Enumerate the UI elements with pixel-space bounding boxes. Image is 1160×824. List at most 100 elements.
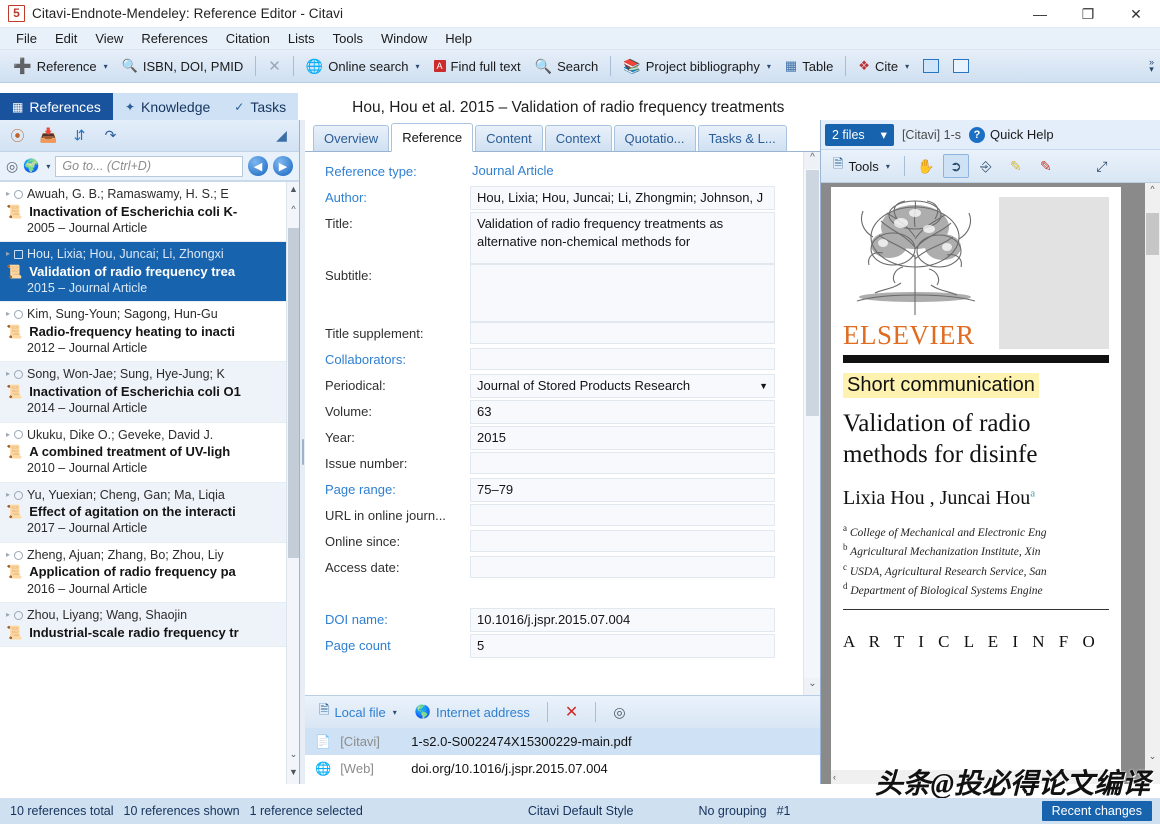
nav-forward-button[interactable]: ▶ xyxy=(273,156,293,176)
list-item[interactable]: ▸Yu, Yuexian; Cheng, Gan; Ma, Liqia📜Effe… xyxy=(0,483,299,543)
menu-citation[interactable]: Citation xyxy=(217,29,279,48)
pdf-viewport[interactable]: ELSEVIER Short communication Validation … xyxy=(821,183,1160,784)
quick-help-button[interactable]: ? Quick Help xyxy=(969,127,1054,143)
hand-icon[interactable]: ✋ xyxy=(913,154,939,178)
chevron-down-icon-field[interactable]: ▼ xyxy=(759,380,768,392)
select-checkbox[interactable] xyxy=(14,190,23,199)
select-checkbox[interactable] xyxy=(14,611,23,620)
internet-address-button[interactable]: 🌎 Internet address xyxy=(409,702,536,722)
highlight-red-icon[interactable]: ✎ xyxy=(1033,154,1059,178)
highlight-yellow-icon[interactable]: ✎ xyxy=(1003,154,1029,178)
field-input[interactable]: 5 xyxy=(470,634,775,658)
menu-help[interactable]: Help xyxy=(436,29,481,48)
scroll-up-arrow-2[interactable]: ^ xyxy=(287,204,299,219)
scroll-down-arrow[interactable]: ⌄ xyxy=(287,749,299,764)
tab-tasks[interactable]: ✓ Tasks xyxy=(222,93,298,120)
cite-button[interactable]: ❖ Cite ▾ xyxy=(851,53,916,80)
filter-icon[interactable]: ◢ xyxy=(272,126,291,145)
field-label[interactable]: Author: xyxy=(305,186,470,205)
minimize-icon[interactable]: — xyxy=(1016,0,1064,28)
tab-reference[interactable]: Reference xyxy=(391,123,473,152)
target-icon[interactable]: ◎ xyxy=(6,158,18,175)
field-label[interactable]: DOI name: xyxy=(305,608,470,627)
field-label[interactable]: Collaborators: xyxy=(305,348,470,367)
field-label[interactable]: Page range: xyxy=(305,478,470,497)
layout-right-button[interactable] xyxy=(946,53,976,80)
list-item[interactable]: ▸Kim, Sung-Youn; Sagong, Hun-Gu📜Radio-fr… xyxy=(0,302,299,362)
left-splitter[interactable] xyxy=(300,120,305,784)
fullscreen-icon[interactable]: ⤢ xyxy=(1089,154,1115,178)
menu-window[interactable]: Window xyxy=(372,29,436,48)
menu-tools[interactable]: Tools xyxy=(324,29,372,48)
field-input[interactable] xyxy=(470,348,775,370)
nav-back-button[interactable]: ◀ xyxy=(248,156,268,176)
list-item[interactable]: ▸Song, Won-Jae; Sung, Hye-Jung; K📜Inacti… xyxy=(0,362,299,422)
remove-attachment-button[interactable]: ✕ xyxy=(559,700,584,724)
export-icon[interactable]: ↷ xyxy=(101,126,120,145)
expand-arrow-icon[interactable]: ▸ xyxy=(6,550,10,561)
tab-tasks-locations[interactable]: Tasks & L... xyxy=(698,125,787,151)
scroll-down-arrow-2[interactable]: ▼ xyxy=(287,767,299,782)
form-scrollbar[interactable]: ^ ⌄ xyxy=(803,152,820,695)
table-button[interactable]: ▦ Table xyxy=(778,53,840,80)
field-input[interactable]: 63 xyxy=(470,400,775,424)
field-input[interactable] xyxy=(470,504,775,526)
list-item[interactable]: ▸Zhou, Liyang; Wang, Shaojin📜Industrial-… xyxy=(0,603,299,647)
list-item[interactable]: ▸Hou, Lixia; Hou, Juncai; Li, Zhongxi📜Va… xyxy=(0,242,299,302)
search-button[interactable]: 🔍 Search xyxy=(528,53,606,80)
form-scroll-down[interactable]: ⌄ xyxy=(804,678,820,695)
pdf-hscroll-left[interactable]: ‹ xyxy=(833,772,836,782)
expand-arrow-icon[interactable]: ▸ xyxy=(6,430,10,441)
menu-file[interactable]: File xyxy=(7,29,46,48)
globe-small-icon[interactable]: 🌍 xyxy=(23,158,39,174)
tab-references[interactable]: ▦ References xyxy=(0,93,113,120)
references-list[interactable]: ▸Awuah, G. B.; Ramaswamy, H. S.; E📜Inact… xyxy=(0,181,299,784)
attachment-row-citavi[interactable]: 📄 [Citavi] 1-s2.0-S0022474X15300229-main… xyxy=(305,728,820,755)
select-area-icon[interactable]: ⎆ xyxy=(973,154,999,178)
field-input[interactable]: Hou, Lixia; Hou, Juncai; Li, Zhongmin; J… xyxy=(470,186,775,210)
scroll-up-arrow[interactable]: ▲ xyxy=(287,184,299,199)
field-label[interactable]: Page count xyxy=(305,634,470,653)
expand-arrow-icon[interactable]: ▸ xyxy=(6,189,10,200)
attachment-row-web[interactable]: 🌐 [Web] doi.org/10.1016/j.jspr.2015.07.0… xyxy=(305,755,820,782)
close-icon[interactable]: ✕ xyxy=(1112,0,1160,28)
list-item[interactable]: ▸Ukuku, Dike O.; Geveke, David J.📜A comb… xyxy=(0,423,299,483)
sort-icon[interactable]: ⇵ xyxy=(70,126,89,145)
import-icon[interactable]: 📥 xyxy=(39,126,58,145)
field-input[interactable]: 10.1016/j.jspr.2015.07.004 xyxy=(470,608,775,632)
menu-edit[interactable]: Edit xyxy=(46,29,86,48)
chevron-down-icon-goto[interactable]: ▾ xyxy=(46,162,50,171)
pdf-scrollbar[interactable]: ^ ⌄ xyxy=(1145,183,1160,784)
new-reference-icon[interactable]: ⦿ xyxy=(8,126,27,145)
expand-arrow-icon[interactable]: ▸ xyxy=(6,490,10,501)
isbn-doi-pmid-button[interactable]: 🔍 ISBN, DOI, PMID xyxy=(115,53,251,80)
delete-reference-button[interactable]: ✕ xyxy=(261,53,288,80)
add-reference-button[interactable]: ➕ Reference ▾ xyxy=(6,53,115,80)
form-scroll-thumb[interactable] xyxy=(806,170,819,416)
tab-quotations[interactable]: Quotatio... xyxy=(614,125,696,151)
field-label[interactable]: Reference type: xyxy=(305,160,470,179)
menu-references[interactable]: References xyxy=(132,29,216,48)
pdf-scroll-thumb[interactable] xyxy=(1146,213,1159,255)
list-item[interactable]: ▸Zheng, Ajuan; Zhang, Bo; Zhou, Liy📜Appl… xyxy=(0,543,299,603)
field-input[interactable] xyxy=(470,530,775,552)
expand-arrow-icon[interactable]: ▸ xyxy=(6,610,10,621)
local-file-button[interactable]: 🗎 Local file ▾ xyxy=(313,699,403,725)
list-item[interactable]: ▸Awuah, G. B.; Ramaswamy, H. S.; E📜Inact… xyxy=(0,182,299,242)
expand-arrow-icon[interactable]: ▸ xyxy=(6,249,10,260)
maximize-icon[interactable]: ❐ xyxy=(1064,0,1112,28)
field-input[interactable] xyxy=(470,452,775,474)
online-search-button[interactable]: 🌐 Online search ▾ xyxy=(299,53,427,80)
menu-view[interactable]: View xyxy=(86,29,132,48)
field-input[interactable] xyxy=(470,556,775,578)
form-scroll-up[interactable]: ^ xyxy=(804,152,820,169)
pdf-scroll-up[interactable]: ^ xyxy=(1145,184,1160,199)
tab-knowledge[interactable]: ✦ Knowledge xyxy=(113,93,222,120)
project-bibliography-button[interactable]: 📚 Project bibliography ▾ xyxy=(616,53,778,80)
recent-changes-button[interactable]: Recent changes xyxy=(1042,801,1152,821)
field-input[interactable]: 75–79 xyxy=(470,478,775,502)
references-scrollbar[interactable]: ▲ ^ ⌄ ▼ xyxy=(286,182,299,784)
expand-arrow-icon[interactable]: ▸ xyxy=(6,309,10,320)
scroll-thumb[interactable] xyxy=(288,228,299,558)
select-checkbox[interactable] xyxy=(14,370,23,379)
